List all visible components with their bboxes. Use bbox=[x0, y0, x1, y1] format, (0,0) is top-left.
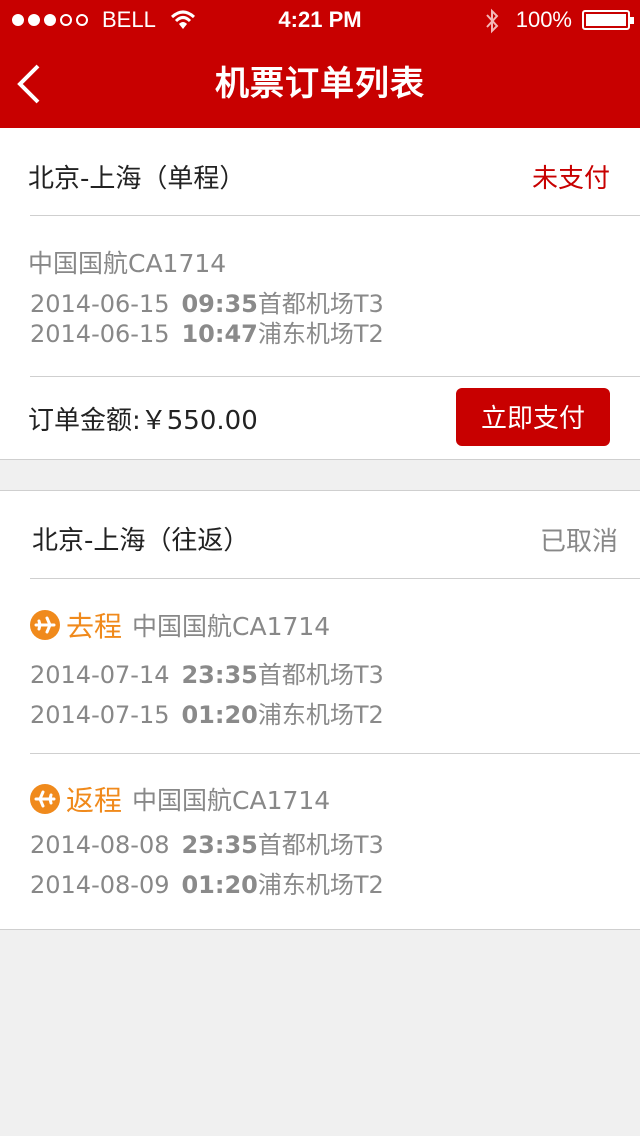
airplane-icon bbox=[30, 784, 60, 814]
departure-date: 2014-08-08 bbox=[30, 831, 170, 859]
arrival-airport: 浦东机场T2 bbox=[257, 320, 384, 348]
arrival-date: 2014-07-15 bbox=[30, 701, 170, 729]
order-amount: 订单金额:￥550.00 bbox=[28, 400, 258, 437]
departure-date: 2014-07-14 bbox=[30, 661, 170, 689]
departure-time: 23:35 bbox=[181, 831, 258, 859]
departure-time: 23:35 bbox=[181, 661, 258, 689]
divider bbox=[30, 753, 640, 754]
arrival-time: 01:20 bbox=[181, 871, 258, 899]
battery-icon bbox=[582, 10, 634, 30]
order-status: 已取消 bbox=[539, 527, 618, 557]
arrival-line: 2014-06-15 10:47浦东机场T2 bbox=[30, 314, 384, 349]
amount-value: ￥550.00 bbox=[140, 406, 258, 436]
flight-airline: 中国国航CA1714 bbox=[132, 786, 331, 815]
order-status: 未支付 bbox=[531, 164, 610, 194]
arrival-date: 2014-06-15 bbox=[30, 320, 170, 348]
order-route: 北京-上海（往返） bbox=[32, 526, 250, 556]
arrival-line: 2014-08-09 01:20浦东机场T2 bbox=[30, 865, 384, 900]
arrival-time: 01:20 bbox=[181, 701, 258, 729]
page-title: 机票订单列表 bbox=[215, 64, 425, 104]
navigation-bar: 机票订单列表 bbox=[0, 40, 640, 128]
arrival-time: 10:47 bbox=[181, 320, 258, 348]
departure-line: 2014-08-08 23:35首都机场T3 bbox=[30, 825, 384, 860]
bluetooth-icon bbox=[486, 8, 499, 34]
arrival-airport: 浦东机场T2 bbox=[257, 871, 384, 899]
arrival-date: 2014-08-09 bbox=[30, 871, 170, 899]
divider bbox=[30, 215, 640, 216]
order-route: 北京-上海（单程） bbox=[28, 164, 246, 194]
header: BELL 4:21 PM 100% 机票订单列表 bbox=[0, 0, 640, 128]
flight-airline: 中国国航CA1714 bbox=[132, 612, 331, 641]
arrival-line: 2014-07-15 01:20浦东机场T2 bbox=[30, 695, 384, 730]
departure-airport: 首都机场T3 bbox=[257, 661, 384, 689]
divider bbox=[30, 578, 640, 579]
leg-tag: 去程 bbox=[66, 610, 123, 643]
status-bar: BELL 4:21 PM 100% bbox=[0, 0, 640, 40]
divider bbox=[30, 376, 640, 377]
amount-label: 订单金额: bbox=[28, 406, 141, 436]
departure-airport: 首都机场T3 bbox=[257, 831, 384, 859]
arrival-airport: 浦东机场T2 bbox=[257, 701, 384, 729]
return-leg-header: 返程 中国国航CA1714 bbox=[30, 779, 330, 819]
battery-percentage: 100% bbox=[515, 7, 572, 32]
departure-line: 2014-07-14 23:35首都机场T3 bbox=[30, 655, 384, 690]
leg-tag: 返程 bbox=[66, 784, 123, 817]
airplane-icon bbox=[30, 610, 60, 640]
outbound-leg-header: 去程 中国国航CA1714 bbox=[30, 605, 330, 645]
flight-airline: 中国国航CA1714 bbox=[28, 249, 227, 278]
pay-now-button[interactable]: 立即支付 bbox=[456, 388, 610, 446]
order-card[interactable]: 北京-上海（单程） 未支付 中国国航CA1714 2014-06-15 09:35… bbox=[0, 128, 640, 460]
order-card[interactable]: 北京-上海（往返） 已取消 去程 中国国航CA1714 2014-07-14 23… bbox=[0, 490, 640, 930]
